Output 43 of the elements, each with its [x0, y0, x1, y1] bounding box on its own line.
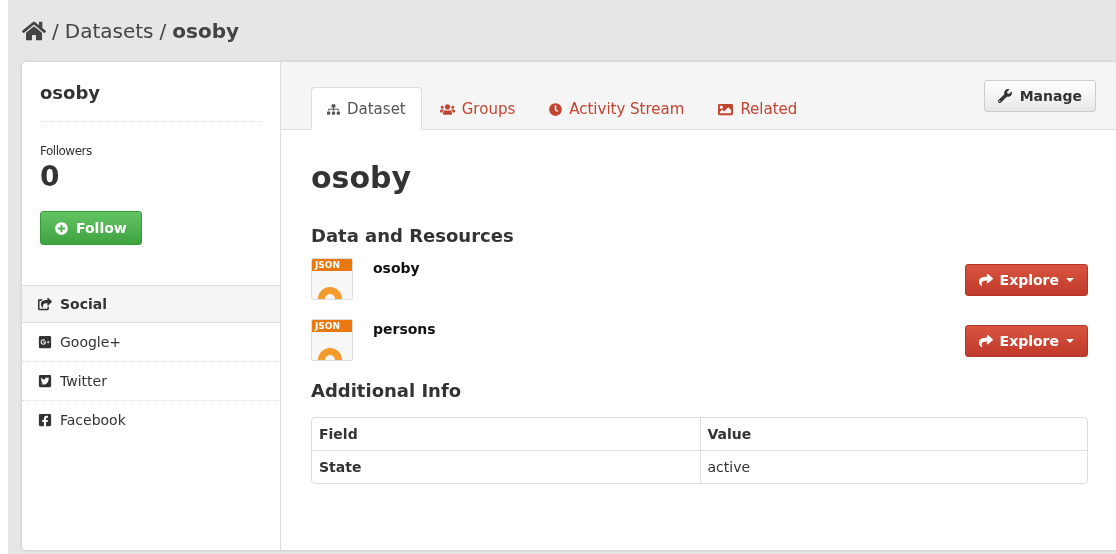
- column-header: Value: [699, 418, 1087, 451]
- facebook-icon: [38, 413, 52, 427]
- wrench-icon: [997, 89, 1012, 103]
- breadcrumb-separator: /: [159, 19, 167, 43]
- breadcrumb-link[interactable]: Datasets: [64, 19, 154, 43]
- clock-icon: [549, 102, 563, 116]
- share-arrow-icon: [978, 334, 993, 348]
- resource-name[interactable]: persons: [373, 321, 436, 337]
- tab[interactable]: Dataset: [311, 87, 422, 130]
- section-heading: Data and Resources: [311, 225, 515, 246]
- social-link[interactable]: Google+: [22, 323, 280, 362]
- caret-icon: [1066, 278, 1074, 282]
- image-icon: [718, 101, 734, 117]
- share-icon: [38, 297, 52, 311]
- manage-button[interactable]: Manage: [983, 80, 1096, 112]
- social-link[interactable]: Facebook: [22, 401, 280, 439]
- breadcrumb-separator: /: [52, 19, 59, 43]
- users-icon: [439, 101, 455, 117]
- twitter-icon: [38, 374, 52, 388]
- json-file-icon: JSON: [311, 319, 353, 361]
- column-header: Field: [312, 418, 700, 451]
- breadcrumb-link[interactable]: osoby: [172, 19, 239, 43]
- dataset-title: osoby: [311, 160, 413, 195]
- table-cell-text: State: [318, 458, 363, 477]
- tab[interactable]: Activity Stream: [533, 87, 701, 130]
- followers-count: 0: [40, 160, 61, 193]
- sitemap-icon: [327, 102, 340, 116]
- social-link[interactable]: Twitter: [22, 362, 280, 401]
- resource-name[interactable]: osoby: [373, 260, 420, 276]
- table-cell: active: [699, 451, 1087, 483]
- social-heading-text: Social: [60, 296, 108, 312]
- google-plus-icon: [38, 335, 52, 349]
- followers-label: Followers: [40, 144, 93, 158]
- sidebar-title: osoby: [40, 82, 262, 122]
- share-arrow-icon: [978, 273, 993, 287]
- json-file-icon: JSON: [311, 258, 353, 300]
- home-icon[interactable]: [22, 19, 46, 43]
- section-heading: Additional Info: [311, 380, 463, 401]
- tab[interactable]: Related: [702, 87, 814, 130]
- explore-button[interactable]: Explore: [964, 264, 1088, 296]
- caret-icon: [1066, 339, 1074, 343]
- tab[interactable]: Groups: [423, 87, 532, 130]
- explore-button[interactable]: Explore: [964, 325, 1088, 357]
